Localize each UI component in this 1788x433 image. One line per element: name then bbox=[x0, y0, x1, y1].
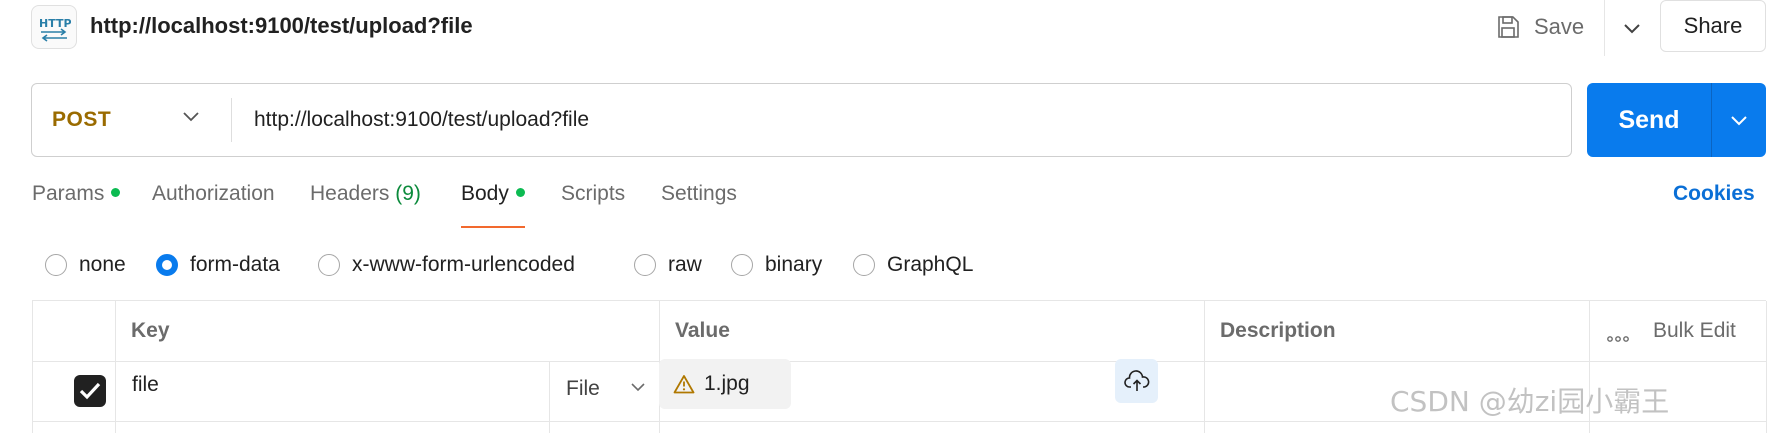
chevron-down-icon bbox=[1731, 116, 1747, 126]
radio-binary[interactable]: binary bbox=[731, 248, 822, 282]
bulk-edit-button[interactable]: Bulk Edit bbox=[1653, 319, 1736, 343]
divider bbox=[1604, 0, 1605, 56]
type-label: File bbox=[566, 377, 600, 400]
row-enable-checkbox[interactable] bbox=[74, 375, 106, 407]
chevron-down-icon bbox=[631, 383, 645, 392]
radio-circle bbox=[853, 254, 875, 276]
divider bbox=[33, 421, 1767, 422]
column-header-description: Description bbox=[1220, 319, 1336, 342]
divider bbox=[115, 301, 116, 433]
tab-label: Settings bbox=[661, 182, 737, 205]
send-button[interactable]: Send bbox=[1587, 83, 1711, 157]
share-button[interactable]: Share bbox=[1660, 0, 1766, 52]
status-dot bbox=[515, 187, 525, 197]
upload-file-button[interactable] bbox=[1115, 359, 1158, 403]
file-name: 1.jpg bbox=[704, 372, 750, 395]
url-input[interactable] bbox=[254, 102, 1544, 138]
send-button-group: Send bbox=[1587, 83, 1766, 157]
radio-none[interactable]: none bbox=[45, 248, 126, 282]
radio-circle bbox=[156, 254, 178, 276]
tab-label: Params bbox=[32, 182, 105, 205]
cookies-link[interactable]: Cookies bbox=[1673, 182, 1755, 206]
tab-label: Scripts bbox=[561, 182, 626, 205]
cloud-upload-icon bbox=[1123, 370, 1149, 391]
divider bbox=[549, 361, 550, 433]
save-label: Save bbox=[1534, 14, 1585, 39]
radio-x-www-form-urlencoded[interactable]: x-www-form-urlencoded bbox=[318, 248, 575, 282]
save-options-button[interactable] bbox=[1612, 10, 1652, 46]
method-select[interactable]: POST bbox=[32, 84, 232, 156]
headers-count: (9) bbox=[395, 182, 421, 205]
column-header-value: Value bbox=[675, 319, 730, 342]
tab-headers[interactable]: Headers (9) bbox=[310, 182, 421, 228]
status-dot bbox=[111, 187, 121, 197]
svg-text:HTTP: HTTP bbox=[39, 17, 71, 30]
checkmark-icon bbox=[79, 382, 101, 400]
tab-scripts[interactable]: Scripts bbox=[561, 182, 625, 228]
radio-label: binary bbox=[765, 253, 823, 276]
radio-circle bbox=[731, 254, 753, 276]
selected-file-chip[interactable]: 1.jpg bbox=[659, 359, 791, 409]
chevron-down-icon bbox=[1624, 24, 1640, 34]
warning-icon bbox=[673, 375, 695, 394]
more-options-icon[interactable] bbox=[1607, 329, 1629, 347]
http-icon: HTTP bbox=[31, 5, 77, 49]
save-icon bbox=[1498, 16, 1519, 38]
tab-label: Headers bbox=[310, 182, 390, 205]
send-options-button[interactable] bbox=[1712, 83, 1766, 157]
tab-label: Body bbox=[461, 182, 509, 205]
radio-form-data[interactable]: form-data bbox=[156, 248, 280, 282]
divider bbox=[231, 98, 232, 142]
radio-graphql[interactable]: GraphQL bbox=[853, 248, 973, 282]
radio-label: GraphQL bbox=[887, 253, 974, 276]
radio-circle bbox=[318, 254, 340, 276]
watermark: CSDN @幼zi园小霸王 bbox=[1390, 385, 1670, 418]
divider bbox=[1766, 301, 1767, 433]
radio-label: form-data bbox=[190, 253, 280, 276]
url-bar: POST bbox=[31, 83, 1572, 157]
save-button[interactable]: Save bbox=[1496, 8, 1606, 46]
method-label: POST bbox=[52, 108, 112, 131]
tab-body[interactable]: Body bbox=[461, 182, 525, 228]
radio-label: raw bbox=[668, 253, 702, 276]
radio-circle bbox=[45, 254, 67, 276]
tab-authorization[interactable]: Authorization bbox=[152, 182, 275, 228]
radio-raw[interactable]: raw bbox=[634, 248, 702, 282]
tab-params[interactable]: Params bbox=[32, 182, 121, 228]
key-input[interactable] bbox=[132, 361, 522, 409]
request-header: HTTP http://localhost:9100/test/upload?f… bbox=[0, 0, 1788, 56]
column-header-key: Key bbox=[131, 319, 170, 342]
divider bbox=[1204, 301, 1205, 433]
request-title[interactable]: http://localhost:9100/test/upload?file bbox=[90, 13, 473, 39]
type-select[interactable]: File bbox=[566, 369, 656, 409]
tab-settings[interactable]: Settings bbox=[661, 182, 737, 228]
radio-label: x-www-form-urlencoded bbox=[352, 253, 575, 276]
radio-label: none bbox=[79, 253, 126, 276]
tab-label: Authorization bbox=[152, 182, 275, 205]
radio-circle bbox=[634, 254, 656, 276]
chevron-down-icon bbox=[183, 112, 199, 122]
